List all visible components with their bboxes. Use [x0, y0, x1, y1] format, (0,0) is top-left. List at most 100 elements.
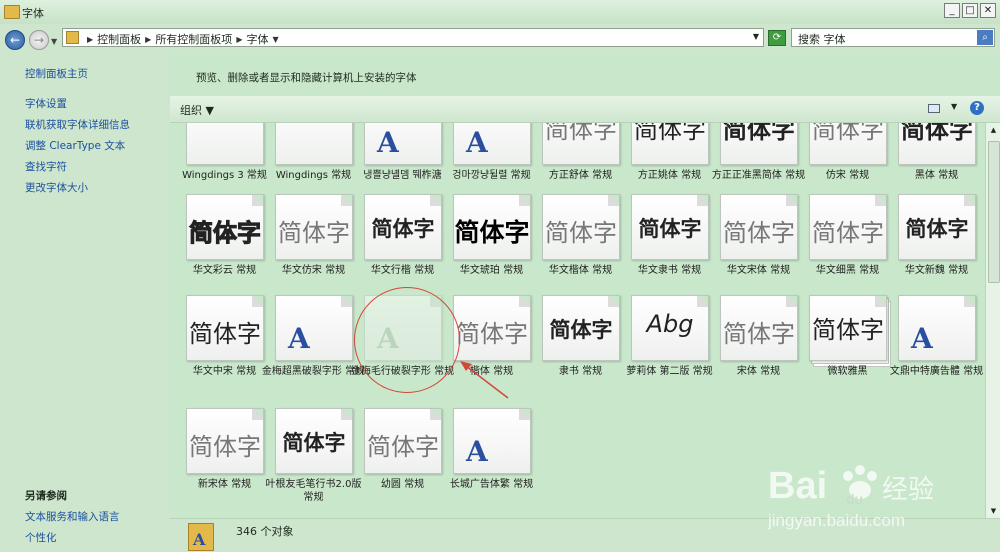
sidebar-link-text-services[interactable]: 文本服务和输入语言 [25, 509, 120, 524]
forward-button[interactable]: → [29, 30, 49, 50]
chevron-right-icon[interactable]: ▶ [87, 35, 93, 44]
font-name: 黑体 常规 [914, 170, 959, 181]
sidebar-link-find-character[interactable]: 查找字符 [25, 159, 67, 174]
font-preview: 简体字 [809, 295, 887, 361]
maximize-button[interactable]: □ [962, 3, 978, 18]
view-dropdown-icon[interactable]: ▼ [951, 102, 957, 111]
address-bar[interactable]: ▶ 控制面板 ▶ 所有控制面板项 ▶ 字体 ▼ ▼ [62, 28, 764, 47]
font-tile[interactable]: 简体字 幼圆 常规 [348, 408, 442, 518]
font-preview: 简体字 [453, 194, 531, 260]
font-preview: 简体字 [542, 194, 620, 260]
folder-icon [4, 5, 20, 19]
fonts-folder-icon: A [188, 523, 214, 551]
sidebar-link-font-size[interactable]: 更改字体大小 [25, 180, 88, 195]
font-preview: 简体字 [453, 295, 531, 361]
search-placeholder: 搜索 字体 [798, 33, 846, 46]
vertical-scrollbar[interactable]: ▲ ▼ [985, 123, 1000, 518]
font-preview: 简体字 [631, 123, 709, 165]
address-dropdown-icon[interactable]: ▼ [753, 32, 759, 41]
organize-label: 组织 [180, 104, 202, 117]
font-preview: 简体字 [275, 194, 353, 260]
font-tile[interactable]: 简体字 新宋体 常规 [170, 408, 264, 518]
window-controls: _ □ ✕ [944, 3, 996, 18]
font-tile[interactable]: A 文鼎中特廣告體 常规 [882, 295, 983, 413]
organize-button[interactable]: 组织 ▼ [180, 102, 214, 118]
minimize-button[interactable]: _ [944, 3, 960, 18]
view-icon[interactable] [928, 104, 940, 113]
breadcrumb-all-items[interactable]: 所有控制面板项 [155, 31, 232, 47]
font-name: 文鼎中特廣告體 常规 [889, 366, 984, 377]
search-input[interactable]: 搜索 字体 ⌕ [791, 28, 995, 47]
font-preview: 简体字 [186, 194, 264, 260]
font-preview: 简体字 [364, 194, 442, 260]
font-preview: 简体字 [275, 408, 353, 474]
font-preview: A [453, 408, 531, 474]
font-preview: A [898, 295, 976, 361]
font-preview: 简体字 [898, 123, 976, 165]
help-icon[interactable]: ? [970, 101, 984, 115]
control-panel-icon [66, 31, 79, 44]
font-preview: A [453, 123, 531, 165]
font-preview: Abg [631, 295, 709, 361]
watermark-url: jingyan.baidu.com [767, 511, 905, 530]
back-button[interactable]: ← [5, 30, 25, 50]
window-title: 字体 [22, 7, 44, 20]
font-preview: 简体字 [631, 194, 709, 260]
font-tile[interactable]: A 金梅超黑破裂字形 常规 [259, 295, 365, 413]
font-tile[interactable]: 简体字 隶书 常规 [526, 295, 620, 413]
font-preview: 简体字 [720, 194, 798, 260]
font-preview: 简体字 [186, 408, 264, 474]
command-bar: 组织 ▼ ▼ ? [170, 96, 1000, 123]
font-preview [275, 123, 353, 165]
title-bar: 字体 _ □ ✕ [0, 0, 1000, 24]
font-tile[interactable]: 简体字 叶根友毛笔行书2.0版 常规 [259, 408, 361, 518]
font-preview: A [275, 295, 353, 361]
sidebar-link-font-settings[interactable]: 字体设置 [25, 96, 67, 111]
close-button[interactable]: ✕ [980, 3, 996, 18]
font-name: 长城广告体繁 常规 [449, 479, 534, 490]
item-count: 346 个对象 [236, 525, 294, 538]
font-preview: A [364, 123, 442, 165]
chevron-right-icon[interactable]: ▶ [145, 35, 151, 44]
font-tile[interactable]: 简体字 宋体 常规 [704, 295, 798, 413]
page-description: 预览、删除或者显示和隐藏计算机上安装的字体 [196, 72, 417, 84]
breadcrumb: ▶ 控制面板 ▶ 所有控制面板项 ▶ 字体 ▼ [83, 31, 283, 47]
font-preview: 简体字 [809, 194, 887, 260]
watermark: Bai du 经验 jingyan.baidu.com [760, 446, 960, 539]
breadcrumb-fonts[interactable]: 字体 [246, 31, 268, 47]
search-icon[interactable]: ⌕ [977, 30, 993, 45]
chevron-down-icon[interactable]: ▼ [272, 35, 278, 44]
sidebar-link-personalize[interactable]: 个性化 [25, 530, 57, 545]
watermark-brand: Bai [768, 465, 827, 507]
font-preview: 简体字 [542, 123, 620, 165]
chevron-right-icon[interactable]: ▶ [236, 35, 242, 44]
font-name: 华文新魏 常规 [904, 265, 969, 276]
scroll-up-icon[interactable]: ▲ [986, 123, 1000, 137]
scroll-down-icon[interactable]: ▼ [986, 504, 1000, 518]
breadcrumb-control-panel[interactable]: 控制面板 [97, 31, 141, 47]
font-preview: 简体字 [898, 194, 976, 260]
font-tile[interactable]: 简体字 微软雅黑 [793, 295, 891, 413]
annotation-arrow-icon [460, 361, 509, 399]
refresh-button[interactable]: ⟳ [768, 30, 786, 46]
highlight-circle [354, 287, 460, 393]
font-tile[interactable]: A 长城广告体繁 常规 [437, 408, 533, 518]
sidebar: 控制面板主页 字体设置 联机获取字体详细信息 调整 ClearType 文本 查… [0, 54, 170, 551]
font-tile[interactable]: 简体字 华文中宋 常规 [170, 295, 264, 413]
watermark-cn: 经验 [882, 475, 934, 505]
font-preview: 简体字 [542, 295, 620, 361]
font-preview: 简体字 [364, 408, 442, 474]
sidebar-link-home[interactable]: 控制面板主页 [25, 66, 88, 81]
sidebar-link-online-info[interactable]: 联机获取字体详细信息 [25, 117, 130, 132]
history-dropdown-icon[interactable]: ▼ [51, 37, 57, 46]
font-tile[interactable]: Abg 萝莉体 第二版 常规 [615, 295, 713, 413]
font-preview: 简体字 [809, 123, 887, 165]
scroll-thumb[interactable] [988, 141, 1000, 283]
see-also-heading: 另请参阅 [25, 490, 67, 502]
font-preview [186, 123, 264, 165]
watermark-brand-du: du [846, 491, 863, 507]
font-preview: 简体字 [720, 123, 798, 165]
font-preview: 简体字 [186, 295, 264, 361]
font-preview: 简体字 [720, 295, 798, 361]
sidebar-link-cleartype[interactable]: 调整 ClearType 文本 [25, 138, 125, 153]
